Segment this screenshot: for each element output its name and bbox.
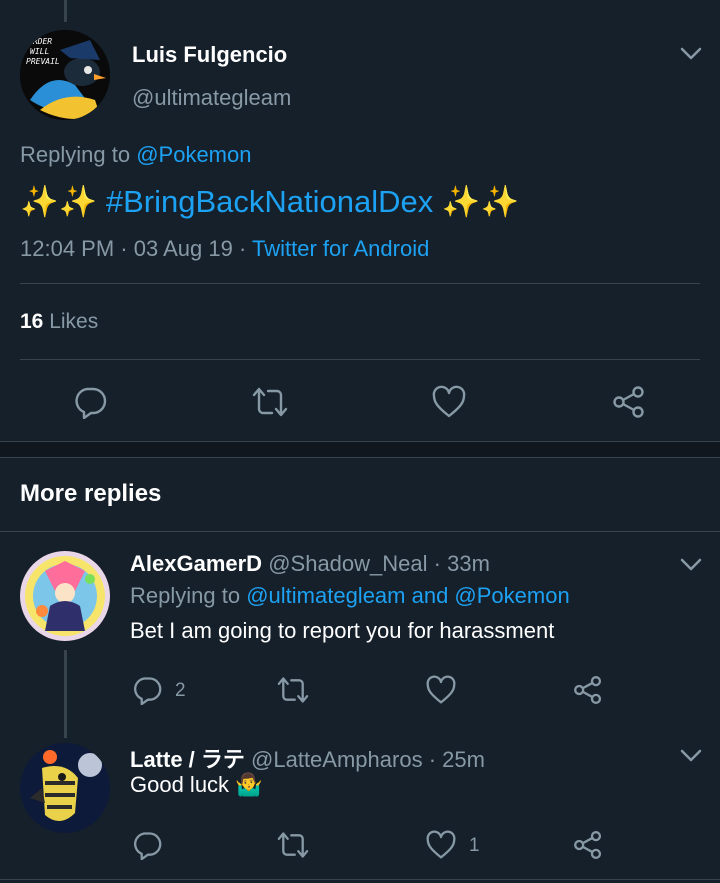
- likes-count: 16: [20, 310, 44, 333]
- share-icon[interactable]: [610, 384, 648, 420]
- author-handle[interactable]: @LatteAmpharos: [251, 747, 423, 772]
- author-handle[interactable]: @ultimategleam: [132, 85, 291, 111]
- avatar[interactable]: [20, 551, 110, 641]
- svg-text:WILL: WILL: [30, 47, 49, 56]
- reply-header: Latte / ラテ @LatteAmpharos · 25m: [130, 742, 485, 774]
- replying-to-line: Replying to @ultimategleam and @Pokemon: [130, 583, 570, 609]
- tweet-date: 03 Aug 19: [133, 236, 233, 261]
- sparkles-emoji: ✨✨: [441, 184, 520, 219]
- chevron-down-icon[interactable]: [680, 558, 702, 572]
- reply-time: · 25m: [428, 747, 485, 772]
- replying-to-line: Replying to @Pokemon: [20, 142, 251, 168]
- reply-text-content: Good luck: [130, 772, 230, 797]
- author-name[interactable]: AlexGamerD: [130, 551, 262, 576]
- reply-icon[interactable]: [132, 830, 162, 860]
- avatar[interactable]: [20, 743, 110, 833]
- divider: [0, 531, 720, 532]
- svg-text:PREVAIL: PREVAIL: [26, 57, 60, 66]
- divider: [0, 457, 720, 458]
- avatar-image: [20, 551, 110, 641]
- more-replies-heading: More replies: [20, 480, 162, 507]
- replying-prefix: Replying to: [20, 142, 131, 167]
- avatar-image: ORDER WILL PREVAIL: [20, 30, 110, 120]
- avatar-image: [20, 743, 110, 833]
- svg-text:ORDER: ORDER: [28, 37, 52, 46]
- like-icon[interactable]: [430, 384, 468, 420]
- tweet-text: ✨✨ #BringBackNationalDex ✨✨: [20, 183, 519, 220]
- retweet-icon[interactable]: [276, 830, 310, 860]
- sparkles-emoji: ✨✨: [20, 184, 98, 219]
- like-count: 1: [469, 835, 480, 856]
- meta-separator: ·: [120, 236, 128, 261]
- reply-icon[interactable]: [72, 384, 108, 420]
- reply-header: AlexGamerD @Shadow_Neal · 33m: [130, 551, 490, 577]
- share-icon[interactable]: [572, 830, 604, 860]
- likes-stat[interactable]: 16 Likes: [20, 310, 98, 334]
- author-name[interactable]: Luis Fulgencio: [132, 42, 287, 68]
- chevron-down-icon[interactable]: [680, 47, 702, 61]
- tweet-meta: 12:04 PM · 03 Aug 19 · Twitter for Andro…: [20, 236, 429, 262]
- author-name[interactable]: Latte / ラテ: [130, 747, 245, 772]
- retweet-icon[interactable]: [250, 384, 290, 420]
- like-icon[interactable]: [425, 830, 457, 860]
- retweet-icon[interactable]: [276, 675, 310, 705]
- reply-count: 2: [175, 680, 186, 701]
- avatar[interactable]: ORDER WILL PREVAIL: [20, 30, 110, 120]
- tweet-time: 12:04 PM: [20, 236, 115, 261]
- share-icon[interactable]: [572, 675, 604, 705]
- divider: [0, 879, 720, 880]
- reply-text: Bet I am going to report you for harassm…: [130, 618, 555, 643]
- tweet-detail-page: ORDER WILL PREVAIL Luis Fulgencio @ultim…: [0, 0, 720, 883]
- hashtag-link[interactable]: #BringBackNationalDex: [106, 184, 433, 219]
- thread-line: [64, 650, 67, 738]
- reply-text: Good luck 🤷‍♂️: [130, 772, 263, 798]
- like-icon[interactable]: [425, 675, 457, 705]
- thread-line-top: [64, 0, 67, 22]
- divider: [20, 359, 700, 360]
- likes-label: Likes: [49, 310, 99, 333]
- divider: [20, 283, 700, 284]
- tweet-source-link[interactable]: Twitter for Android: [252, 236, 429, 261]
- reply-icon[interactable]: [132, 675, 162, 705]
- reply-time: · 33m: [433, 551, 490, 576]
- section-gap: [0, 442, 720, 458]
- author-handle[interactable]: @Shadow_Neal: [268, 551, 427, 576]
- meta-separator: ·: [238, 236, 247, 261]
- replying-to-link[interactable]: @ultimategleam and @Pokemon: [246, 583, 570, 608]
- replying-to-link[interactable]: @Pokemon: [136, 142, 251, 167]
- chevron-down-icon[interactable]: [680, 749, 702, 763]
- shrug-emoji: 🤷‍♂️: [235, 772, 263, 797]
- replying-prefix: Replying to: [130, 583, 241, 608]
